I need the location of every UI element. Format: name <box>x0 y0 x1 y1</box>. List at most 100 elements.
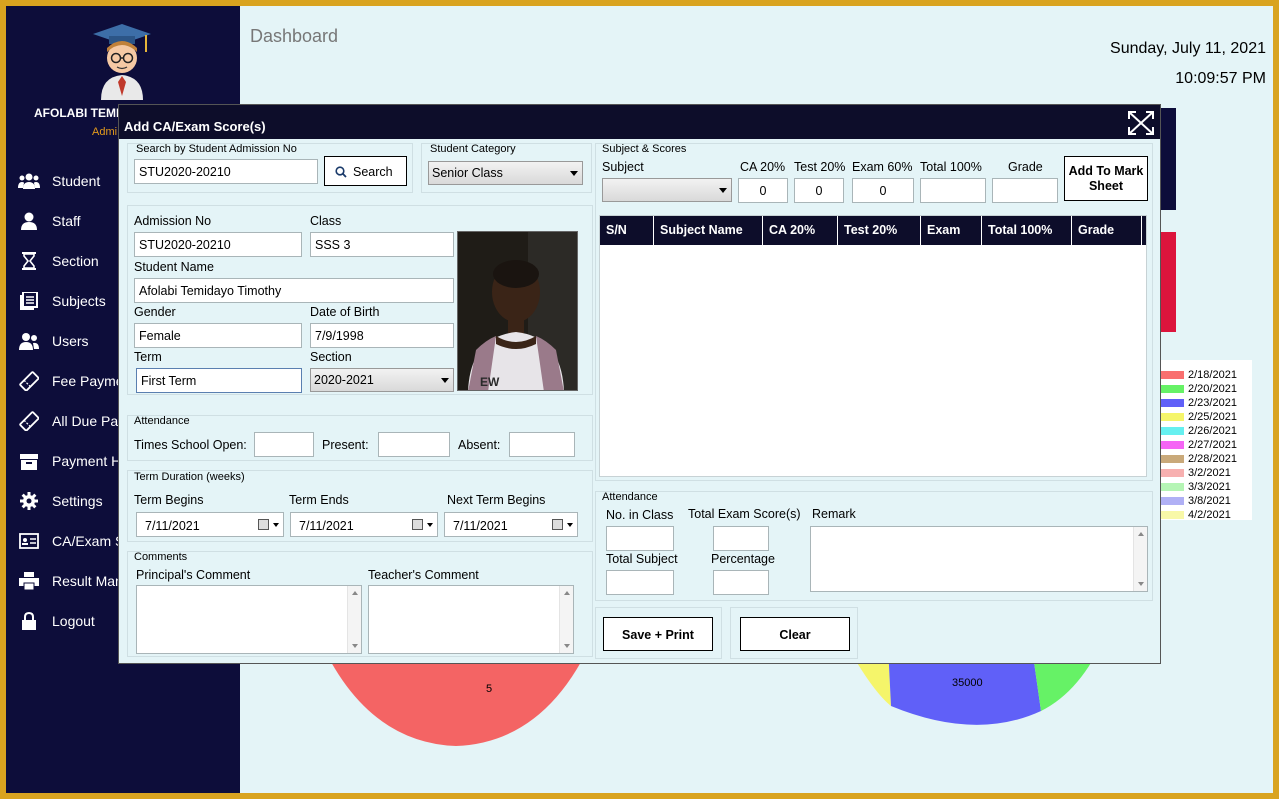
total-exam-score-label: Total Exam Score(s) <box>688 507 801 521</box>
add-score-dialog: Add CA/Exam Score(s) Search by Student A… <box>118 104 1161 664</box>
user-icon <box>18 210 40 232</box>
chevron-down-icon <box>570 171 578 176</box>
total-subject-input[interactable] <box>606 570 674 595</box>
admission-search-input[interactable]: STU2020-20210 <box>134 159 318 184</box>
search-group: Search by Student Admission No STU2020-2… <box>127 143 413 193</box>
scrollbar[interactable] <box>559 586 573 653</box>
sidebar-item-label: All Due Pay <box>52 413 126 429</box>
ticket-icon <box>18 410 40 432</box>
term-label: Term <box>134 350 162 364</box>
comments-group: Comments Principal's Comment Teacher's C… <box>127 551 593 657</box>
class-label: Class <box>310 214 342 228</box>
test-label: Test 20% <box>794 160 846 174</box>
term-begins-datepicker[interactable]: 7/11/2021 <box>136 512 284 537</box>
maximize-icon[interactable] <box>1126 109 1156 137</box>
attendance-group-label: Attendance <box>134 415 190 427</box>
chevron-down-icon <box>441 378 449 383</box>
id-card-icon <box>18 530 40 552</box>
legend-swatch <box>1160 399 1184 407</box>
column-header[interactable]: Exam <box>921 216 982 245</box>
scrollbar[interactable] <box>1133 527 1147 591</box>
section-select[interactable]: 2020-2021 <box>310 368 454 392</box>
teacher-comment-textarea[interactable] <box>368 585 574 654</box>
legend-entry: 2/26/2021 <box>1160 424 1237 438</box>
term-ends-datepicker[interactable]: 7/11/2021 <box>290 512 438 537</box>
times-open-input[interactable] <box>254 432 314 457</box>
gender-label: Gender <box>134 305 176 319</box>
calendar-icon <box>412 519 423 530</box>
mark-sheet-table[interactable]: S/N Subject Name CA 20% Test 20% Exam To… <box>599 215 1147 477</box>
total-subject-label: Total Subject <box>606 552 678 566</box>
page-title: Dashboard <box>250 26 339 46</box>
present-label: Present: <box>322 438 369 452</box>
sidebar-item-label: Student <box>52 173 101 189</box>
scroll-down-icon <box>352 644 358 648</box>
sidebar-item-label: Section <box>52 253 99 269</box>
subject-select[interactable] <box>602 178 732 202</box>
sidebar-item-label: Subjects <box>52 293 106 309</box>
gear-icon <box>18 490 40 512</box>
sidebar-item-label: Users <box>52 333 89 349</box>
gender-field[interactable]: Female <box>134 323 302 348</box>
lock-icon <box>18 610 40 632</box>
total-exam-score-input[interactable] <box>713 526 769 551</box>
search-icon <box>335 166 347 178</box>
column-header[interactable]: Total 100% <box>982 216 1072 245</box>
category-group-label: Student Category <box>430 143 516 155</box>
subject-scores-group-label: Subject & Scores <box>602 143 687 155</box>
chevron-down-icon <box>427 523 433 527</box>
test-input[interactable]: 0 <box>794 178 844 203</box>
users-icon <box>18 170 40 192</box>
percentage-label: Percentage <box>711 552 775 566</box>
admission-no-field[interactable]: STU2020-20210 <box>134 232 302 257</box>
legend-swatch <box>1160 469 1184 477</box>
scrollbar[interactable] <box>347 586 361 653</box>
class-field[interactable]: SSS 3 <box>310 232 454 257</box>
total-input[interactable] <box>920 178 986 203</box>
no-in-class-label: No. in Class <box>606 508 674 522</box>
pie-slice-label: 5 <box>486 683 492 695</box>
clear-button[interactable]: Clear <box>740 617 850 651</box>
legend-swatch <box>1160 427 1184 435</box>
legend-swatch <box>1160 385 1184 393</box>
grade-input[interactable] <box>992 178 1058 203</box>
term-duration-group-label: Term Duration (weeks) <box>134 471 245 483</box>
principal-comment-textarea[interactable] <box>136 585 362 654</box>
total-label: Total 100% <box>920 160 982 174</box>
column-header[interactable]: S/N <box>600 216 654 245</box>
attendance-group: Attendance Times School Open: Present: A… <box>127 415 593 461</box>
student-photo-image: EW <box>458 232 577 390</box>
percentage-input[interactable] <box>713 570 769 595</box>
save-print-button[interactable]: Save + Print <box>603 617 713 651</box>
ca-input[interactable]: 0 <box>738 178 788 203</box>
column-header[interactable]: CA 20% <box>763 216 838 245</box>
present-input[interactable] <box>378 432 450 457</box>
scroll-down-icon <box>564 644 570 648</box>
exam-input[interactable]: 0 <box>852 178 914 203</box>
next-term-datepicker[interactable]: 7/11/2021 <box>444 512 578 537</box>
dob-field[interactable]: 7/9/1998 <box>310 323 454 348</box>
absent-input[interactable] <box>509 432 575 457</box>
remark-textarea[interactable] <box>810 526 1148 592</box>
dialog-title-bar: Add CA/Exam Score(s) <box>119 105 1160 139</box>
term-field[interactable]: First Term <box>136 368 302 393</box>
student-name-field[interactable]: Afolabi Temidayo Timothy <box>134 278 454 303</box>
add-to-mark-sheet-button[interactable]: Add To Mark Sheet <box>1064 156 1148 201</box>
no-in-class-input[interactable] <box>606 526 674 551</box>
legend-entry: 2/18/2021 <box>1160 368 1237 382</box>
category-group: Student Category Senior Class <box>421 143 592 193</box>
ca-label: CA 20% <box>740 160 786 174</box>
user-name: AFOLABI TEMI <box>34 106 120 120</box>
chart-legend: 2/18/2021 2/20/2021 2/23/2021 2/25/2021 … <box>1152 360 1252 521</box>
sidebar-item-label: Fee Payme <box>52 373 124 389</box>
student-category-select[interactable]: Senior Class <box>428 161 583 185</box>
column-header[interactable]: Subject Name <box>654 216 763 245</box>
printer-icon <box>18 570 40 592</box>
scroll-up-icon <box>564 591 570 595</box>
svg-text:EW: EW <box>480 375 500 389</box>
column-header[interactable]: Test 20% <box>838 216 921 245</box>
search-button[interactable]: Search <box>324 156 407 186</box>
legend-entry: 3/8/2021 <box>1160 494 1231 508</box>
section-label: Section <box>310 350 352 364</box>
column-header[interactable]: Grade <box>1072 216 1142 245</box>
